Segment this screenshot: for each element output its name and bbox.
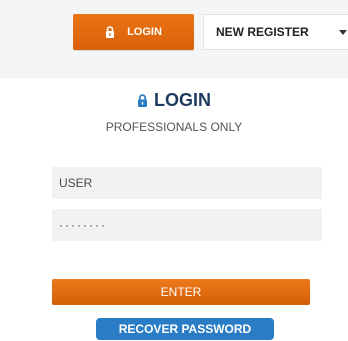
lock-icon [138, 94, 147, 107]
password-input[interactable] [52, 209, 322, 241]
subtitle: PROFESSIONALS ONLY [105, 120, 243, 134]
recover-password-button[interactable]: RECOVER PASSWORD [96, 318, 274, 340]
chevron-down-icon [339, 30, 347, 35]
lock-icon [106, 26, 115, 38]
login-title: LOGIN [0, 90, 348, 111]
login-button[interactable]: LOGIN [73, 14, 194, 50]
user-input[interactable] [52, 167, 322, 199]
new-register-select[interactable]: NEW REGISTER [203, 14, 348, 50]
login-page: LOGIN NEW REGISTER LOGIN PROFESSIONALS O… [0, 0, 348, 341]
login-button-label: LOGIN [127, 26, 162, 38]
login-title-text: LOGIN [154, 90, 211, 110]
top-bar: LOGIN NEW REGISTER [0, 0, 348, 78]
enter-button[interactable]: ENTER [52, 279, 310, 305]
new-register-label: NEW REGISTER [216, 25, 309, 39]
